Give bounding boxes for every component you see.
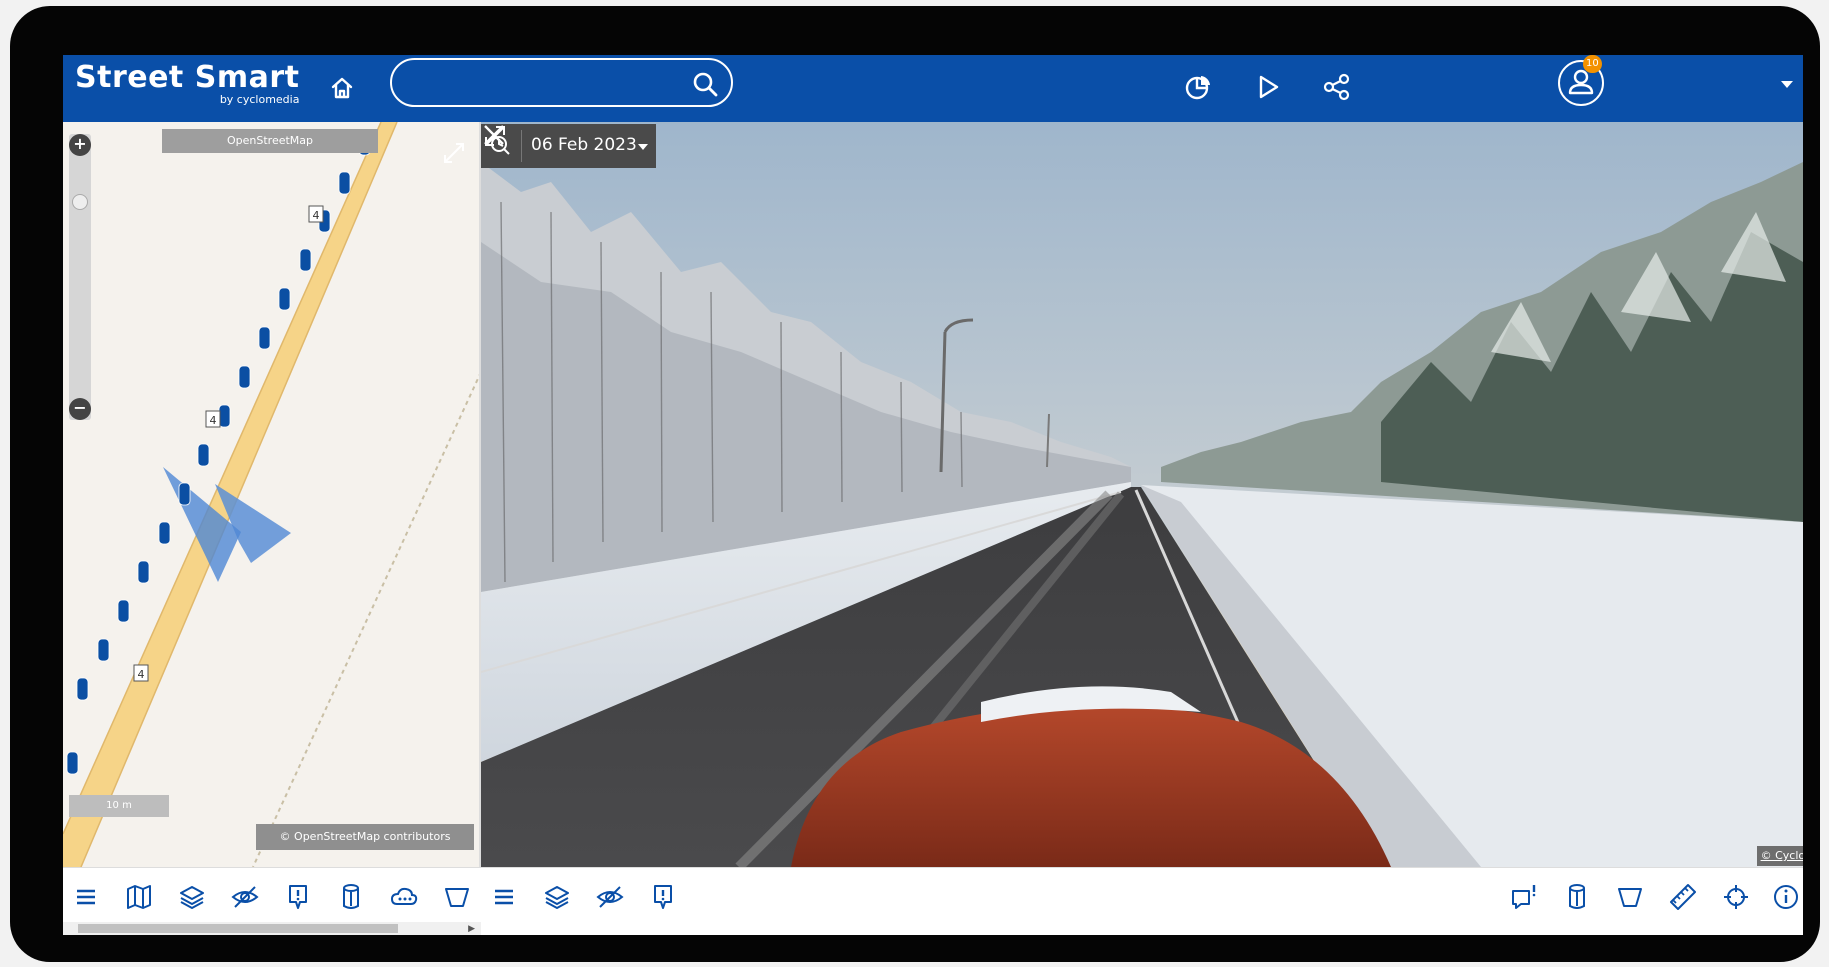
area-icon[interactable] <box>1615 882 1645 912</box>
zoom-slider-handle[interactable] <box>72 194 88 210</box>
recording-date: 06 Feb 2023 <box>531 135 637 155</box>
layers-icon[interactable] <box>177 882 207 912</box>
basemap-label[interactable]: OpenStreetMap <box>162 129 378 153</box>
play-icon[interactable] <box>1250 69 1286 105</box>
recording-marker[interactable] <box>238 365 251 389</box>
recording-marker[interactable] <box>117 599 130 623</box>
visibility-icon[interactable] <box>230 882 260 912</box>
app-logo: Street Smart by cyclomedia <box>75 60 299 106</box>
chevron-down-icon[interactable] <box>1781 81 1793 88</box>
menu-icon[interactable] <box>71 882 101 912</box>
recording-marker[interactable] <box>338 171 351 195</box>
recording-marker[interactable] <box>137 560 150 584</box>
scroll-right-arrow-icon[interactable]: ▶ <box>468 924 475 934</box>
search-box[interactable] <box>390 58 733 107</box>
scale-bar: 10 m <box>69 795 169 817</box>
map-panel[interactable]: 4 4 4 + − OpenStreetMap 10 m © OpenStree… <box>63 122 481 867</box>
zoom-in-button[interactable]: + <box>69 134 91 156</box>
crosshair-icon[interactable] <box>1721 882 1751 912</box>
close-icon[interactable] <box>481 122 507 148</box>
top-bar: Street Smart by cyclomedia 10 <box>63 55 1803 122</box>
share-icon[interactable] <box>1319 69 1355 105</box>
comment-alert-icon[interactable] <box>1509 882 1539 912</box>
visibility-icon[interactable] <box>595 882 625 912</box>
panorama-viewer[interactable]: 06 Feb 2023 © Cyclomedia <box>481 122 1803 867</box>
recording-marker[interactable] <box>278 287 291 311</box>
search-icon[interactable] <box>691 70 719 98</box>
recording-marker[interactable] <box>197 443 210 467</box>
app-title: Street Smart <box>75 60 300 95</box>
area-icon[interactable] <box>442 882 472 912</box>
recording-marker[interactable] <box>178 482 191 506</box>
report-icon[interactable] <box>648 882 678 912</box>
search-input[interactable] <box>408 68 682 98</box>
recording-marker[interactable] <box>158 521 171 545</box>
route-number: 4 <box>138 668 145 681</box>
device-frame: Street Smart by cyclomedia 10 4 4 4 + − … <box>10 6 1820 962</box>
panorama-attribution[interactable]: © Cyclomedia <box>1757 846 1803 866</box>
map-attribution[interactable]: © OpenStreetMap contributors <box>256 824 474 850</box>
expand-icon[interactable] <box>441 140 467 166</box>
map-canvas[interactable]: 4 4 4 <box>63 122 481 867</box>
scrollbar-thumb[interactable] <box>78 924 398 933</box>
recording-markers[interactable] <box>66 132 371 775</box>
recording-marker[interactable] <box>218 404 231 428</box>
footpath <box>252 371 481 867</box>
chevron-down-icon <box>638 144 648 150</box>
map-toolbar-scrollbar[interactable]: ▶ <box>63 922 481 935</box>
recording-marker[interactable] <box>97 638 110 662</box>
route-number: 4 <box>313 209 320 222</box>
coverage-icon[interactable] <box>1181 69 1217 105</box>
cylinder-icon[interactable] <box>336 882 366 912</box>
route-number: 4 <box>210 414 217 427</box>
report-icon[interactable] <box>283 882 313 912</box>
menu-icon[interactable] <box>489 882 519 912</box>
home-button[interactable] <box>323 69 361 107</box>
recording-marker[interactable] <box>258 326 271 350</box>
zoom-slider[interactable]: + − <box>69 134 91 420</box>
panorama-image[interactable] <box>481 122 1803 867</box>
recording-marker[interactable] <box>299 248 312 272</box>
separator <box>521 130 522 162</box>
zoom-out-button[interactable]: − <box>69 398 91 420</box>
home-icon <box>331 77 353 99</box>
scale-label: 10 m <box>106 800 132 811</box>
recording-marker[interactable] <box>66 751 79 775</box>
cloud-icon[interactable] <box>389 882 419 912</box>
cylinder-icon[interactable] <box>1562 882 1592 912</box>
recording-marker[interactable] <box>76 677 89 701</box>
panorama-toolbar <box>481 867 1803 935</box>
ruler-icon[interactable] <box>1668 882 1698 912</box>
layers-icon[interactable] <box>542 882 572 912</box>
notification-badge: 10 <box>1583 55 1602 73</box>
map-icon[interactable] <box>124 882 154 912</box>
info-icon[interactable] <box>1771 882 1801 912</box>
map-toolbar <box>63 867 481 923</box>
app-screen: Street Smart by cyclomedia 10 4 4 4 + − … <box>63 55 1803 935</box>
